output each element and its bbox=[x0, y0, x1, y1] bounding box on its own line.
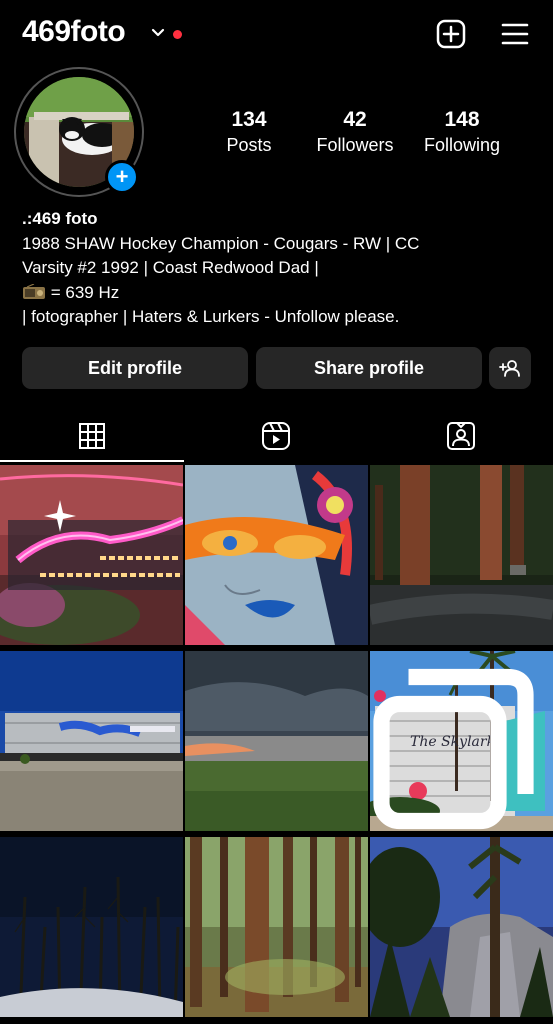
profile-header: 469foto bbox=[0, 0, 553, 70]
menu-icon[interactable] bbox=[499, 18, 531, 50]
bio-line: 1988 SHAW Hockey Champion - Cougars - RW… bbox=[22, 233, 420, 253]
post-thumbnail[interactable] bbox=[185, 837, 368, 1017]
radio-icon bbox=[23, 283, 45, 299]
posts-stat[interactable]: 134 Posts bbox=[222, 108, 276, 156]
post-thumbnail[interactable] bbox=[0, 465, 183, 645]
posts-label: Posts bbox=[226, 135, 272, 155]
post-thumbnail[interactable] bbox=[185, 465, 368, 645]
following-count: 148 bbox=[444, 108, 480, 131]
reels-tab[interactable] bbox=[184, 410, 368, 462]
post-thumbnail[interactable] bbox=[370, 837, 553, 1017]
post-thumbnail[interactable] bbox=[0, 651, 183, 831]
bio-line: Varsity #2 1992 | Coast Redwood Dad | bbox=[22, 258, 319, 277]
post-thumbnail[interactable] bbox=[185, 651, 368, 831]
posts-count: 134 bbox=[231, 108, 267, 131]
followers-label: Followers bbox=[316, 135, 394, 155]
grid-tab[interactable] bbox=[0, 410, 184, 462]
share-profile-button[interactable]: Share profile bbox=[256, 347, 482, 389]
multiple-photos-icon bbox=[373, 668, 534, 830]
new-post-icon[interactable] bbox=[435, 18, 467, 50]
post-thumbnail[interactable] bbox=[370, 465, 553, 645]
edit-profile-button[interactable]: Edit profile bbox=[22, 347, 248, 389]
tagged-icon bbox=[447, 422, 475, 450]
profile-tabs bbox=[0, 410, 553, 462]
profile-bio: .:469 foto 1988 SHAW Hockey Champion - C… bbox=[22, 207, 542, 330]
discover-people-button[interactable] bbox=[489, 347, 531, 389]
add-person-icon bbox=[499, 360, 520, 377]
display-name: .:469 foto bbox=[22, 209, 98, 228]
bio-frequency: = 639 Hz bbox=[46, 282, 120, 302]
bio-line: = 639 Hz bbox=[22, 281, 542, 306]
chevron-down-icon[interactable] bbox=[150, 25, 166, 41]
post-thumbnail[interactable]: The Skylark bbox=[370, 651, 553, 831]
following-stat[interactable]: 148 Following bbox=[419, 108, 505, 156]
active-tab-indicator bbox=[0, 460, 184, 462]
reels-icon bbox=[262, 422, 290, 450]
grid-icon bbox=[79, 423, 105, 449]
following-label: Following bbox=[423, 135, 501, 155]
post-thumbnail[interactable] bbox=[0, 837, 183, 1017]
notification-dot bbox=[173, 30, 182, 39]
posts-grid: The Skylark bbox=[0, 465, 553, 1024]
tagged-tab[interactable] bbox=[369, 410, 553, 462]
followers-count: 42 bbox=[343, 108, 367, 131]
followers-stat[interactable]: 42 Followers bbox=[312, 108, 398, 156]
add-story-button[interactable]: + bbox=[105, 160, 139, 194]
bio-line: | fotographer | Haters & Lurkers - Unfol… bbox=[22, 307, 400, 326]
account-username[interactable]: 469foto bbox=[22, 15, 126, 49]
